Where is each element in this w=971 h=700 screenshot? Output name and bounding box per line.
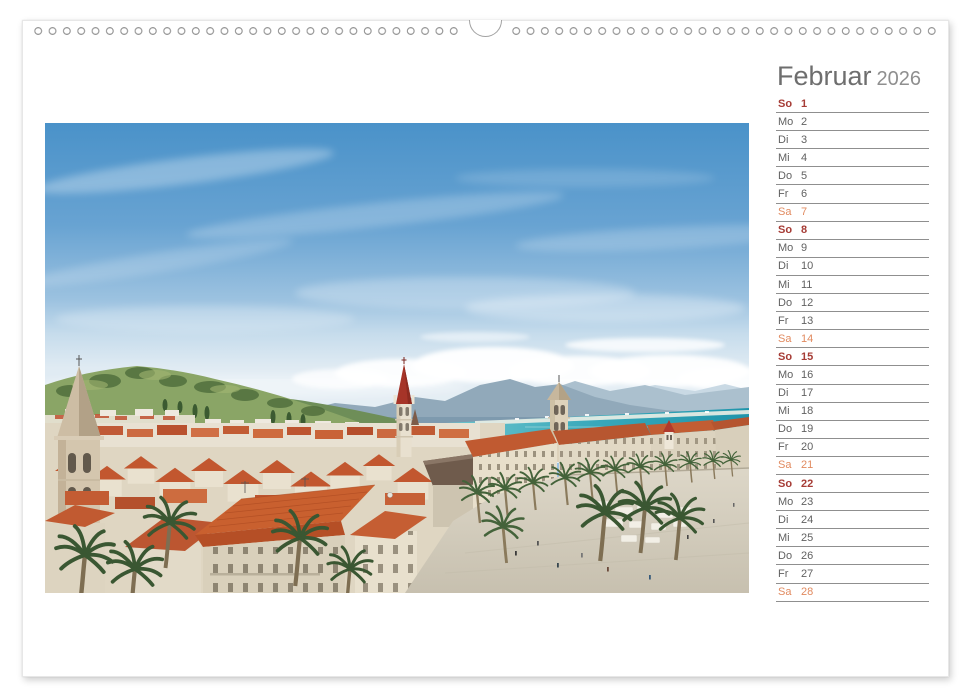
date-row: Sa28 [776, 584, 929, 602]
day-abbr: Di [778, 261, 801, 272]
day-number: 2 [801, 117, 807, 128]
date-row: Mo23 [776, 493, 929, 511]
day-abbr: Do [778, 424, 801, 435]
date-row: Sa21 [776, 457, 929, 475]
date-row: Mo9 [776, 240, 929, 258]
day-abbr: Di [778, 515, 801, 526]
day-number: 16 [801, 370, 813, 381]
day-abbr: So [778, 99, 801, 110]
date-row: Do12 [776, 294, 929, 312]
date-row: Mi18 [776, 403, 929, 421]
day-number: 18 [801, 406, 813, 417]
day-abbr: Fr [778, 316, 801, 327]
date-row: Mo2 [776, 113, 929, 131]
day-abbr: Fr [778, 189, 801, 200]
day-abbr: Mo [778, 117, 801, 128]
day-abbr: Mo [778, 497, 801, 508]
day-abbr: Sa [778, 334, 801, 345]
date-row: Mi11 [776, 276, 929, 294]
date-row: So8 [776, 222, 929, 240]
day-number: 11 [801, 280, 812, 291]
day-number: 3 [801, 135, 807, 146]
day-number: 19 [801, 424, 813, 435]
date-row: Do19 [776, 421, 929, 439]
month-title: Februar2026 [777, 61, 921, 94]
date-row: So15 [776, 348, 929, 366]
date-row: Mi4 [776, 149, 929, 167]
day-number: 23 [801, 497, 813, 508]
day-number: 5 [801, 171, 807, 182]
day-abbr: So [778, 479, 801, 490]
day-abbr: Do [778, 171, 801, 182]
day-number: 10 [801, 261, 813, 272]
date-row: Di24 [776, 511, 929, 529]
day-number: 1 [801, 99, 807, 110]
day-number: 8 [801, 225, 807, 236]
day-abbr: Mi [778, 153, 801, 164]
date-row: Do26 [776, 547, 929, 565]
date-row: Di17 [776, 385, 929, 403]
year-label: 2026 [877, 68, 922, 90]
day-number: 27 [801, 569, 813, 580]
date-list: So1 Mo2 Di3 Mi4 Do5 Fr6 Sa7 So8 Mo9 Di10… [776, 95, 929, 602]
date-row: Di3 [776, 131, 929, 149]
day-number: 7 [801, 207, 807, 218]
day-abbr: Di [778, 135, 801, 146]
day-abbr: Di [778, 388, 801, 399]
binding-rings-right [509, 26, 939, 36]
date-row: Fr20 [776, 439, 929, 457]
day-abbr: Fr [778, 442, 801, 453]
day-abbr: Mi [778, 533, 801, 544]
day-abbr: Sa [778, 460, 801, 471]
day-number: 20 [801, 442, 813, 453]
trogir-scene [45, 123, 749, 593]
day-number: 22 [801, 479, 813, 490]
day-abbr: Mo [778, 370, 801, 381]
day-number: 4 [801, 153, 807, 164]
day-abbr: Mo [778, 243, 801, 254]
date-row: Mi25 [776, 529, 929, 547]
day-abbr: So [778, 352, 801, 363]
calendar-photo [45, 123, 749, 593]
day-number: 28 [801, 587, 813, 598]
day-abbr: Do [778, 298, 801, 309]
day-number: 15 [801, 352, 813, 363]
day-abbr: So [778, 225, 801, 236]
date-row: Fr13 [776, 312, 929, 330]
date-row: Mo16 [776, 366, 929, 384]
day-number: 25 [801, 533, 813, 544]
date-row: Fr6 [776, 185, 929, 203]
date-row: So22 [776, 475, 929, 493]
day-abbr: Mi [778, 280, 801, 291]
day-number: 14 [801, 334, 813, 345]
date-row: Di10 [776, 258, 929, 276]
day-abbr: Do [778, 551, 801, 562]
hanger-notch [469, 20, 502, 37]
day-number: 26 [801, 551, 813, 562]
date-row: Fr27 [776, 565, 929, 583]
day-abbr: Sa [778, 207, 801, 218]
calendar-sheet: Februar2026 So1 Mo2 Di3 Mi4 Do5 Fr6 Sa7 … [22, 20, 949, 677]
day-number: 17 [801, 388, 813, 399]
day-abbr: Sa [778, 587, 801, 598]
day-abbr: Mi [778, 406, 801, 417]
day-abbr: Fr [778, 569, 801, 580]
day-number: 24 [801, 515, 813, 526]
day-number: 12 [801, 298, 813, 309]
day-number: 6 [801, 189, 807, 200]
month-name: Februar [777, 61, 872, 91]
day-number: 13 [801, 316, 813, 327]
day-number: 9 [801, 243, 807, 254]
binding-rings-left [31, 26, 461, 36]
date-row: Do5 [776, 167, 929, 185]
day-number: 21 [801, 460, 813, 471]
date-row: So1 [776, 95, 929, 113]
date-row: Sa14 [776, 330, 929, 348]
date-row: Sa7 [776, 204, 929, 222]
